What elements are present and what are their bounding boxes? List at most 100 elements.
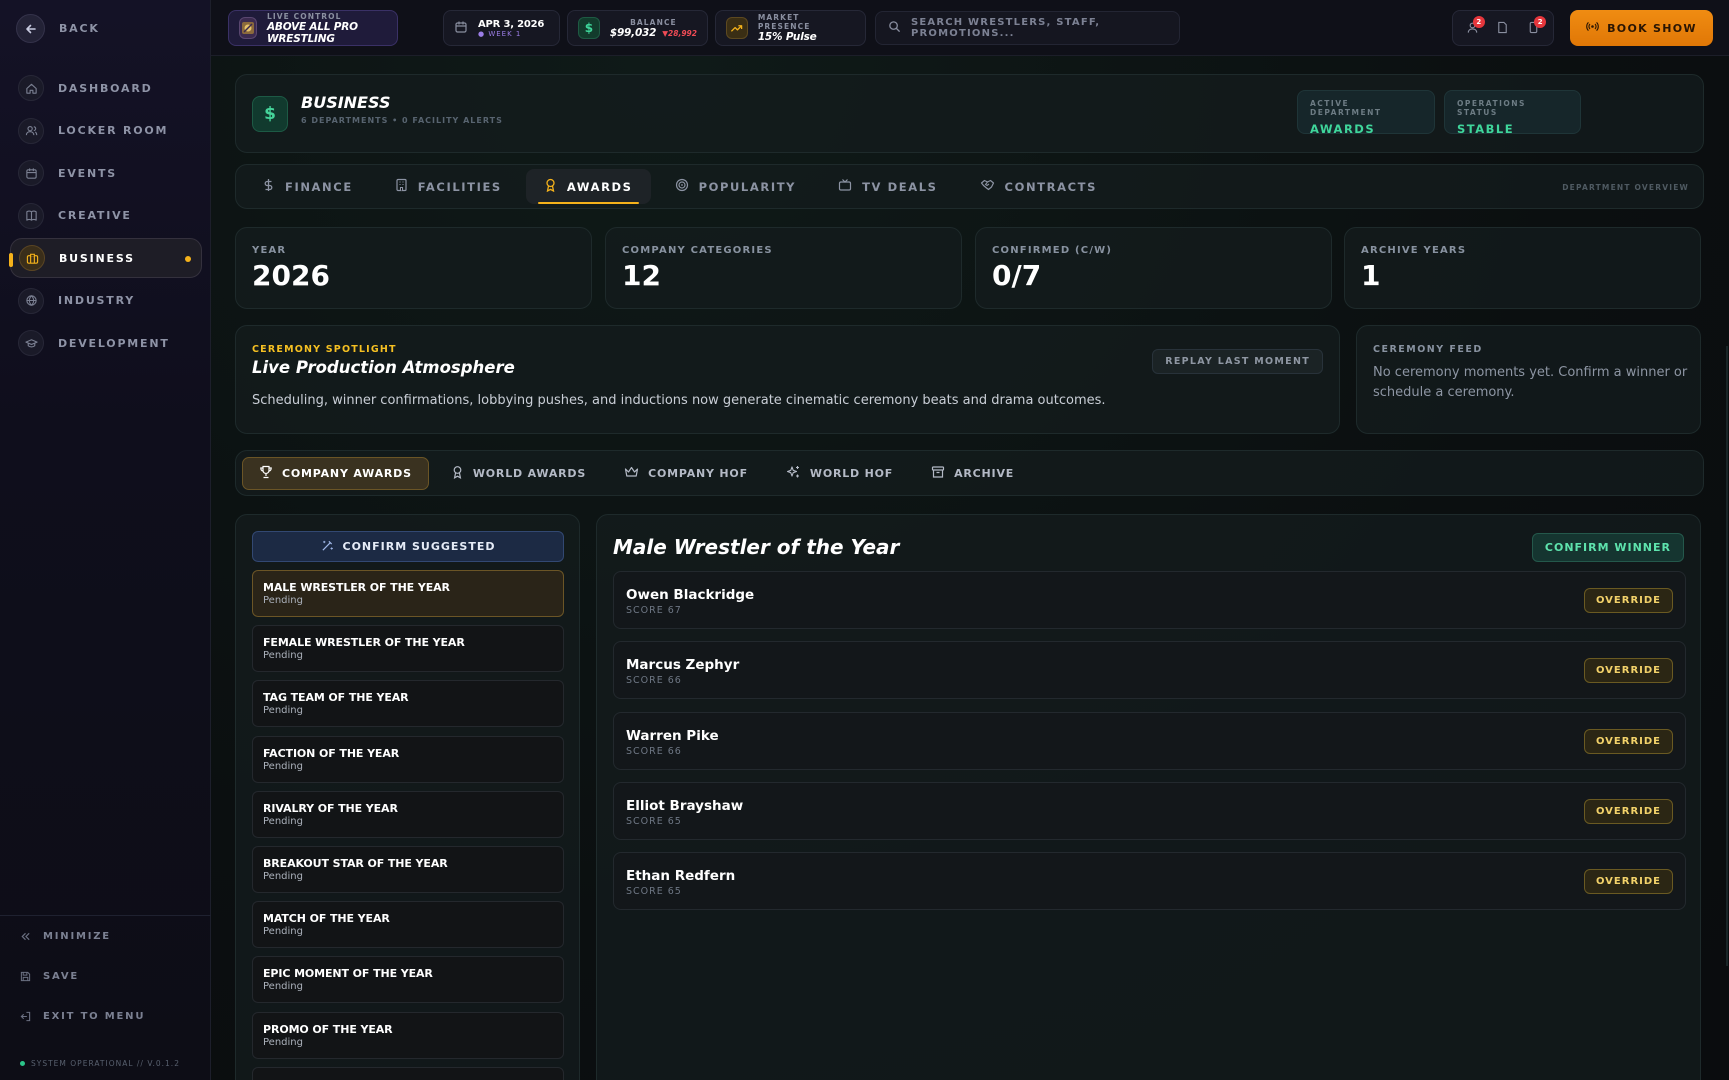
category-item[interactable]: FEMALE WRESTLER OF THE YEAR Pending [252,625,564,673]
active-department-label: ACTIVE DEPARTMENT [1310,99,1382,117]
spotlight-tag: CEREMONY SPOTLIGHT [252,344,397,355]
tab-company-awards[interactable]: COMPANY AWARDS [242,456,429,490]
category-item[interactable]: RIVALRY OF THE YEAR Pending [252,790,564,838]
tab-awards[interactable]: AWARDS [525,169,651,204]
live-control-label: LIVE CONTROL [267,11,342,21]
stat-label: CONFIRMED (C/W) [992,245,1113,256]
stat-card-confirmed: CONFIRMED (C/W) 0/7 [975,227,1332,309]
minimize-button[interactable]: MINIMIZE [0,916,211,956]
confirm-suggested-button[interactable]: CONFIRM SUGGESTED [252,531,564,562]
tab-facilities[interactable]: FACILITIES [377,169,520,204]
sidebar-item-development[interactable]: DEVELOPMENT [10,323,202,363]
confirm-suggested-label: CONFIRM SUGGESTED [342,540,496,553]
category-item[interactable]: PROMO OF THE YEAR Pending [252,1011,564,1059]
sidebar-item-business[interactable]: BUSINESS [9,238,202,278]
category-item[interactable]: BREAKOUT STAR OF THE YEAR Pending [252,845,564,893]
market-presence-pill[interactable]: MARKET PRESENCE 15% Pulse [715,10,866,46]
exit-to-menu-button[interactable]: EXIT TO MENU [0,996,211,1036]
replay-last-moment-button[interactable]: REPLAY LAST MOMENT [1152,349,1323,374]
sidebar-item-creative[interactable]: CREATIVE [10,196,202,236]
sidebar-item-locker-room[interactable]: LOCKER ROOM [10,111,202,151]
status-dot [20,1061,25,1066]
category-status: Pending [263,650,303,662]
user-notifications-button[interactable]: 2 [1466,15,1485,38]
nominee-name: Ethan Redfern [626,868,736,885]
stat-value: 0/7 [992,259,1042,292]
override-button[interactable]: OVERRIDE [1583,588,1673,613]
tab-contracts[interactable]: CONTRACTS [962,169,1115,204]
balance-label: BALANCE [630,17,677,27]
exit-label: EXIT TO MENU [43,1010,146,1022]
nominee-row[interactable]: Warren Pike SCORE 66 OVERRIDE [613,711,1686,770]
main-content: $ BUSINESS 6 DEPARTMENTS • 0 FACILITY AL… [211,56,1729,1080]
category-status: Pending [263,705,303,717]
nominee-row[interactable]: Owen Blackridge SCORE 67 OVERRIDE [613,571,1686,629]
sidebar-item-label: CREATIVE [58,209,132,222]
sidebar-item-industry[interactable]: INDUSTRY [10,281,202,321]
book-show-button[interactable]: BOOK SHOW [1570,10,1713,46]
nominee-row[interactable]: Elliot Brayshaw SCORE 65 OVERRIDE [613,781,1686,840]
balance-pill[interactable]: $ BALANCE $99,032 ▼28,992 [567,10,708,46]
sidebar-nav: DASHBOARD LOCKER ROOM EVENTS CREATIVE BU… [9,68,202,366]
arrow-left-icon [16,14,45,43]
promotion-logo-icon [239,17,257,39]
dollar-icon: $ [252,96,288,132]
sidebar-item-label: DASHBOARD [58,81,153,95]
nominee-name: Owen Blackridge [626,587,755,603]
scrollbar[interactable] [1726,346,1728,966]
category-item[interactable]: FACTION OF THE YEAR Pending [252,735,564,783]
sparkles-icon [786,465,801,482]
building-icon [395,178,408,195]
spotlight-description: Scheduling, winner confirmations, lobbyi… [252,393,1106,408]
category-list: MALE WRESTLER OF THE YEAR Pending FEMALE… [252,570,564,1080]
tab-tv-deals[interactable]: TV DEALS [820,169,955,204]
operations-status-box: OPERATIONS STATUS STABLE [1444,90,1581,136]
feed-empty-text: No ceremony moments yet. Confirm a winne… [1373,365,1688,400]
category-item[interactable]: EPIC MOMENT OF THE YEAR Pending [252,956,564,1004]
back-button[interactable]: BACK [16,14,100,43]
briefcase-icon [19,245,45,271]
sidebar-item-events[interactable]: EVENTS [10,153,202,193]
tab-label: ARCHIVE [954,466,1015,480]
tv-icon [838,178,852,195]
messages-button[interactable]: 2 [1527,15,1547,38]
stat-value: 1 [1361,259,1381,292]
save-button[interactable]: SAVE [0,956,211,996]
sidebar-item-dashboard[interactable]: DASHBOARD [10,68,202,108]
app-root: BACK DASHBOARD LOCKER ROOM EVENTS CREATI… [0,0,1729,1080]
tab-company-hof[interactable]: COMPANY HOF [608,457,764,490]
category-item[interactable]: MALE WRESTLER OF THE YEAR Pending [252,570,564,617]
category-item-partial[interactable] [252,1066,564,1080]
book-show-label: BOOK SHOW [1607,21,1697,35]
nominee-score: SCORE 66 [626,745,682,757]
active-department-value: AWARDS [1310,122,1376,136]
documents-button[interactable] [1496,19,1509,38]
date-pill[interactable]: APR 3, 2026 ● WEEK 1 [443,10,560,46]
magic-wand-icon [321,539,334,555]
live-control-pill[interactable]: LIVE CONTROL ABOVE ALL PRO WRESTLING [228,10,398,46]
tab-popularity[interactable]: POPULARITY [657,169,815,204]
active-indicator [9,253,13,267]
tab-archive[interactable]: ARCHIVE [915,457,1030,490]
tab-world-hof[interactable]: WORLD HOF [770,457,909,490]
save-label: SAVE [43,970,80,982]
override-button[interactable]: OVERRIDE [1583,658,1673,684]
override-button[interactable]: OVERRIDE [1583,728,1673,754]
override-button[interactable]: OVERRIDE [1583,869,1673,895]
home-icon [18,75,44,101]
override-button[interactable]: OVERRIDE [1583,798,1673,824]
tab-finance[interactable]: FINANCE [244,169,371,204]
sidebar-item-label: BUSINESS [59,251,135,265]
week-value: ● WEEK 1 [478,29,522,38]
confirm-winner-button[interactable]: CONFIRM WINNER [1531,533,1684,562]
search-input[interactable]: SEARCH WRESTLERS, STAFF, PROMOTIONS... [875,11,1180,45]
handshake-icon [980,178,995,195]
nominee-row[interactable]: Marcus Zephyr SCORE 66 OVERRIDE [613,641,1686,700]
tab-world-awards[interactable]: WORLD AWARDS [435,457,602,490]
globe-icon [18,287,44,314]
nominee-row[interactable]: Ethan Redfern SCORE 65 OVERRIDE [613,852,1686,911]
trophy-icon [259,465,273,482]
category-item[interactable]: MATCH OF THE YEAR Pending [252,901,564,949]
archive-icon [931,465,945,482]
category-item[interactable]: TAG TEAM OF THE YEAR Pending [252,680,564,728]
